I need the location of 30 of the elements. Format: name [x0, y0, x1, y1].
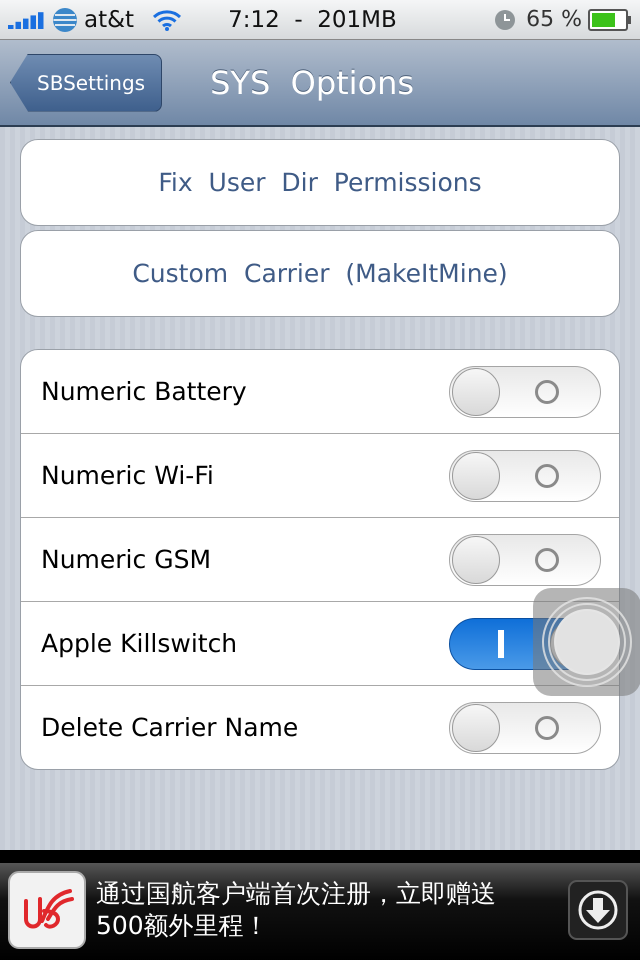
toggle-switch[interactable]	[449, 534, 601, 586]
battery-icon	[588, 8, 632, 30]
signal-icon	[8, 10, 46, 28]
toggle-switch[interactable]	[449, 450, 601, 502]
setting-label: Delete Carrier Name	[41, 713, 298, 742]
action-button[interactable]: Fix User Dir Permissions	[20, 139, 620, 226]
setting-label: Numeric GSM	[41, 545, 212, 574]
off-icon	[534, 546, 560, 572]
screen-title: SYS Options	[210, 64, 414, 102]
download-icon[interactable]	[568, 880, 628, 940]
carrier-name: at&t	[84, 6, 134, 32]
setting-label: Numeric Battery	[41, 377, 247, 406]
toggle-switch[interactable]	[449, 366, 601, 418]
setting-label: Numeric Wi-Fi	[41, 461, 214, 490]
back-button[interactable]: SBSettings	[10, 54, 162, 112]
setting-label: Apple Killswitch	[41, 629, 238, 658]
off-icon	[534, 462, 560, 488]
app-logo-icon[interactable]	[8, 871, 86, 949]
ad-text: 通过国航客户端首次注册，立即赠送500额外里程！	[96, 878, 497, 942]
assistive-touch-menu[interactable]	[533, 588, 640, 696]
off-icon	[534, 378, 560, 404]
status-time: 7:12 - 201MB	[228, 6, 397, 32]
clock-icon	[494, 8, 516, 30]
globe-icon	[52, 6, 78, 32]
action-button[interactable]: Custom Carrier (MakeItMine)	[20, 230, 620, 317]
toggle-switch[interactable]	[449, 702, 601, 754]
wifi-icon	[152, 8, 182, 30]
off-icon	[534, 714, 560, 740]
battery-percent: 65 %	[526, 7, 582, 32]
on-icon	[498, 630, 504, 658]
